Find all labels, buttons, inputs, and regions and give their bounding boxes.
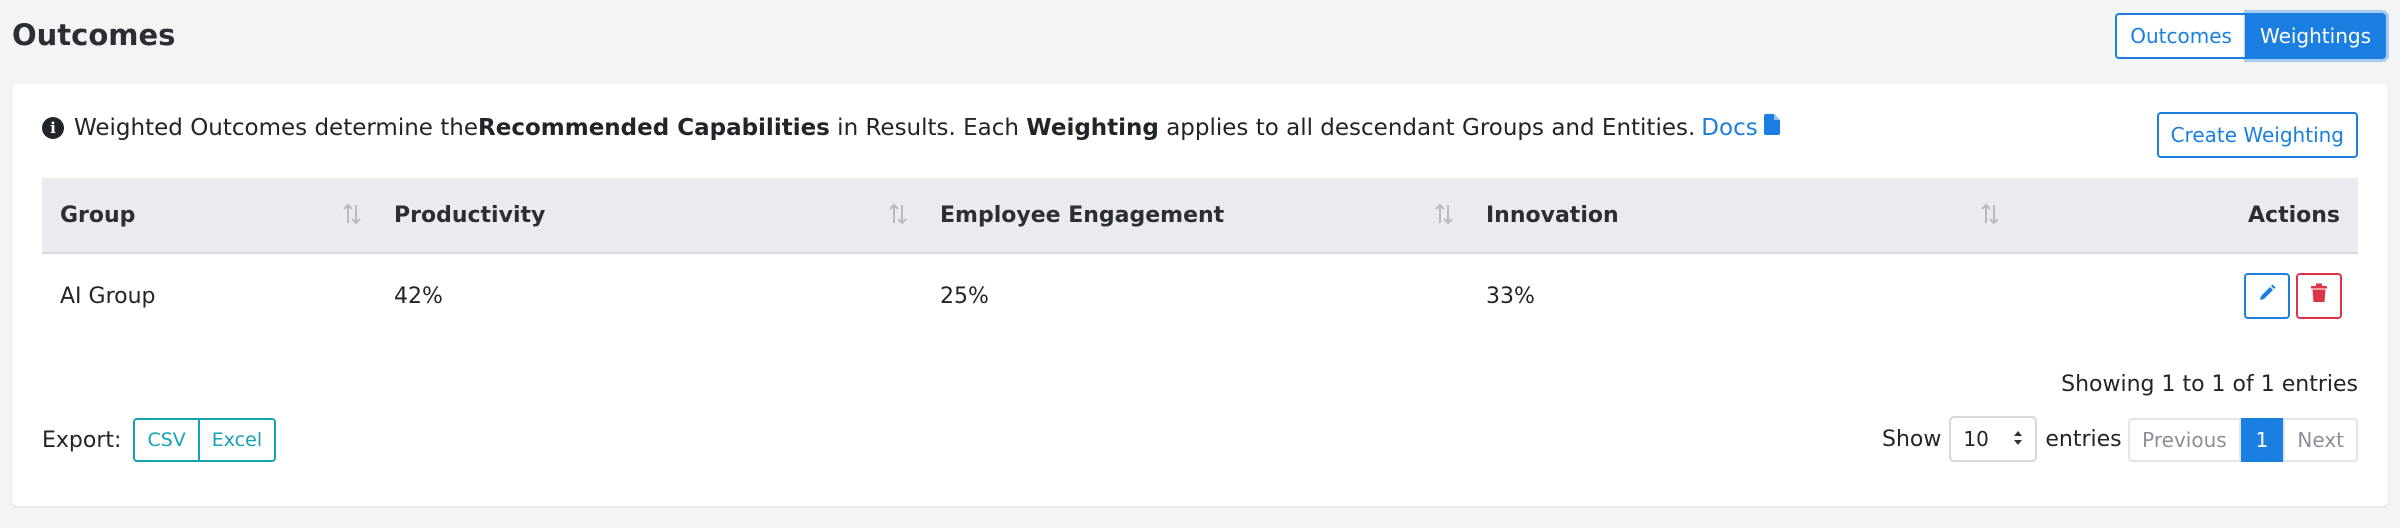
show-label: Show (1882, 426, 1942, 452)
export-csv-button[interactable]: CSV (133, 418, 200, 462)
table-info: Showing 1 to 1 of 1 entries (2061, 372, 2358, 397)
cell-innovation: 33% (1486, 283, 1535, 309)
next-page-button[interactable]: Next (2283, 418, 2358, 462)
create-weighting-button[interactable]: Create Weighting (2156, 112, 2358, 158)
sort-icon (1434, 202, 1454, 232)
column-header-label: Group (60, 202, 136, 228)
info-text-middle: in Results. Each (829, 114, 1027, 141)
delete-button[interactable] (2296, 273, 2342, 319)
column-header-employee-engagement[interactable]: Employee Engagement (922, 178, 1468, 252)
column-header-group[interactable]: Group (42, 178, 376, 252)
sort-icon (1980, 202, 2000, 232)
page-length: Show 10 entries (1882, 416, 2122, 462)
sort-icon (342, 202, 362, 232)
info-text-bold-weighting: Weighting (1026, 114, 1159, 141)
column-header-label: Employee Engagement (940, 202, 1225, 228)
export-excel-button[interactable]: Excel (199, 418, 277, 462)
page-title: Outcomes (12, 18, 176, 52)
info-text-prefix: Weighted Outcomes determine the (74, 114, 479, 141)
info-text-bold-capabilities: Recommended Capabilities (478, 114, 830, 141)
export-group: Export: CSV Excel (42, 418, 277, 462)
sort-updown-icon (2013, 427, 2023, 451)
weightings-tab-button[interactable]: Weightings (2246, 13, 2386, 59)
weightings-card: i Weighted Outcomes determine the Recomm… (12, 84, 2388, 506)
docs-link[interactable]: Docs (1701, 114, 1780, 141)
trash-icon (2310, 283, 2328, 309)
column-header-productivity[interactable]: Productivity (376, 178, 922, 252)
column-header-innovation[interactable]: Innovation (1468, 178, 2014, 252)
page-length-value: 10 (1963, 427, 1989, 451)
column-header-label: Innovation (1486, 202, 1619, 228)
cell-productivity: 42% (394, 283, 443, 309)
table-header: Group Productivity Employee Engagement I… (42, 178, 2358, 254)
cell-actions (2014, 273, 2358, 319)
info-text-suffix: applies to all descendant Groups and Ent… (1158, 114, 1696, 141)
weightings-table: Group Productivity Employee Engagement I… (42, 178, 2358, 338)
docs-link-label: Docs (1701, 114, 1758, 141)
edit-button[interactable] (2244, 273, 2290, 319)
entries-label: entries (2045, 426, 2122, 452)
page-1-button[interactable]: 1 (2240, 418, 2284, 462)
column-header-label: Productivity (394, 202, 546, 228)
cell-group: AI Group (60, 283, 156, 309)
pagination: Previous 1 Next (2128, 418, 2358, 462)
table-row: AI Group 42% 25% 33% (42, 254, 2358, 338)
view-toggle: Outcomes Weightings (2115, 13, 2386, 59)
previous-page-button[interactable]: Previous (2128, 418, 2241, 462)
document-icon (1763, 114, 1780, 141)
cell-employee-engagement: 25% (940, 283, 989, 309)
column-header-actions: Actions (2248, 202, 2340, 228)
info-circle-icon: i (42, 116, 64, 139)
pencil-icon (2257, 283, 2277, 309)
page-length-select[interactable]: 10 (1949, 416, 2038, 462)
sort-icon (888, 202, 908, 232)
outcomes-tab-button[interactable]: Outcomes (2115, 13, 2247, 59)
info-description: i Weighted Outcomes determine the Recomm… (42, 114, 1780, 141)
export-label: Export: (42, 427, 122, 453)
